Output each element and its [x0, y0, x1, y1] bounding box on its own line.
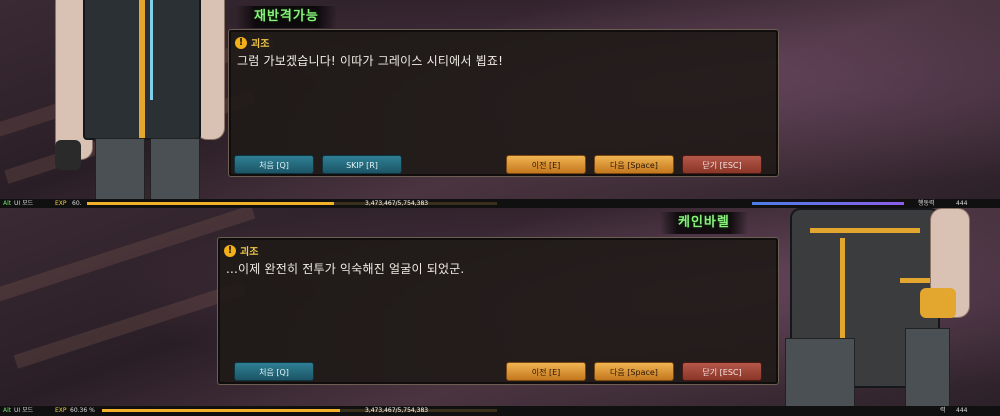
- background-streak: [13, 281, 247, 369]
- skip-button[interactable]: SKIP [R]: [322, 155, 402, 174]
- next-button[interactable]: 다음 [Space]: [594, 362, 674, 381]
- exp-bar-fill: [102, 409, 341, 412]
- alt-key-label: Alt: [3, 200, 12, 207]
- alt-key-label: Alt: [3, 407, 12, 414]
- character-vest-stripe: [840, 238, 845, 338]
- stat-value: 444: [956, 200, 968, 207]
- next-button[interactable]: 다음 [Space]: [594, 155, 674, 174]
- character-leg: [95, 138, 145, 208]
- scene-bottom: 케인바렐 ! 괴조 ...이제 완전히 전투가 익숙해진 얼굴이 되었군. 처음…: [0, 208, 1000, 416]
- character-glove: [55, 140, 81, 170]
- dialog-box: ! 괴조 ...이제 완전히 전투가 익숙해진 얼굴이 되었군. 처음 [Q] …: [217, 237, 779, 385]
- first-button[interactable]: 처음 [Q]: [234, 362, 314, 381]
- status-bar: Alt UI 모드 EXP 60.36 % 3,473,467/5,754,38…: [0, 406, 1000, 416]
- character-vest-stripe: [810, 228, 920, 233]
- warning-icon: !: [235, 36, 247, 49]
- close-button[interactable]: 닫기 [ESC]: [682, 362, 762, 381]
- exp-value: 3,473,467/5,754,383: [365, 407, 429, 414]
- prev-button[interactable]: 이전 [E]: [506, 155, 586, 174]
- dialog-line: ...이제 완전히 전투가 익숙해진 얼굴이 되었군.: [226, 262, 465, 276]
- status-bar: Alt UI 모드 EXP 60. 3,473,467/5,754,383 행동…: [0, 199, 1000, 208]
- exp-label: EXP: [55, 407, 67, 414]
- stat-value: 444: [956, 407, 968, 414]
- dialog-line: 그럼 가보겠습니다! 이따가 그레이스 시티에서 뵙죠!: [237, 54, 504, 68]
- exp-value: 3,473,467/5,754,383: [365, 200, 429, 207]
- ui-mode-button[interactable]: UI 모드: [14, 406, 33, 415]
- speaker: ! 괴조: [224, 243, 258, 258]
- prev-button[interactable]: 이전 [E]: [506, 362, 586, 381]
- speaker-name: 괴조: [240, 247, 259, 258]
- character-name-tag: 재반격가능: [236, 6, 337, 28]
- exp-bar-fill: [87, 202, 335, 205]
- character-vest-stripe: [150, 0, 153, 100]
- close-button[interactable]: 닫기 [ESC]: [682, 155, 762, 174]
- exp-bar: [87, 202, 497, 205]
- exp-bar: [102, 409, 497, 412]
- dialog-box: ! 괴조 그럼 가보겠습니다! 이따가 그레이스 시티에서 뵙죠! 처음 [Q]…: [228, 29, 779, 177]
- warning-icon: !: [224, 244, 236, 257]
- character-glove: [920, 288, 956, 318]
- character-left: [55, 0, 225, 208]
- character-leg: [785, 338, 855, 416]
- character-vest-stripe: [139, 0, 145, 140]
- resource-bar: [752, 202, 904, 205]
- speaker-name: 괴조: [251, 39, 270, 50]
- speaker: ! 괴조: [235, 35, 269, 50]
- character-right: [780, 208, 1000, 416]
- character-leg: [150, 138, 200, 208]
- stat-label: 력: [940, 407, 946, 414]
- character-leg: [905, 328, 950, 416]
- scene-top: 재반격가능 ! 괴조 그럼 가보겠습니다! 이따가 그레이스 시티에서 뵙죠! …: [0, 0, 1000, 208]
- character-name-tag: 케인바렐: [660, 212, 748, 234]
- resource-bar-fill: [752, 202, 904, 205]
- stat-label: 행동력: [918, 200, 935, 207]
- first-button[interactable]: 처음 [Q]: [234, 155, 314, 174]
- ui-mode-button[interactable]: UI 모드: [14, 199, 33, 208]
- exp-label: EXP: [55, 200, 67, 207]
- exp-percent: 60.: [72, 200, 82, 207]
- exp-percent: 60.36 %: [70, 407, 95, 414]
